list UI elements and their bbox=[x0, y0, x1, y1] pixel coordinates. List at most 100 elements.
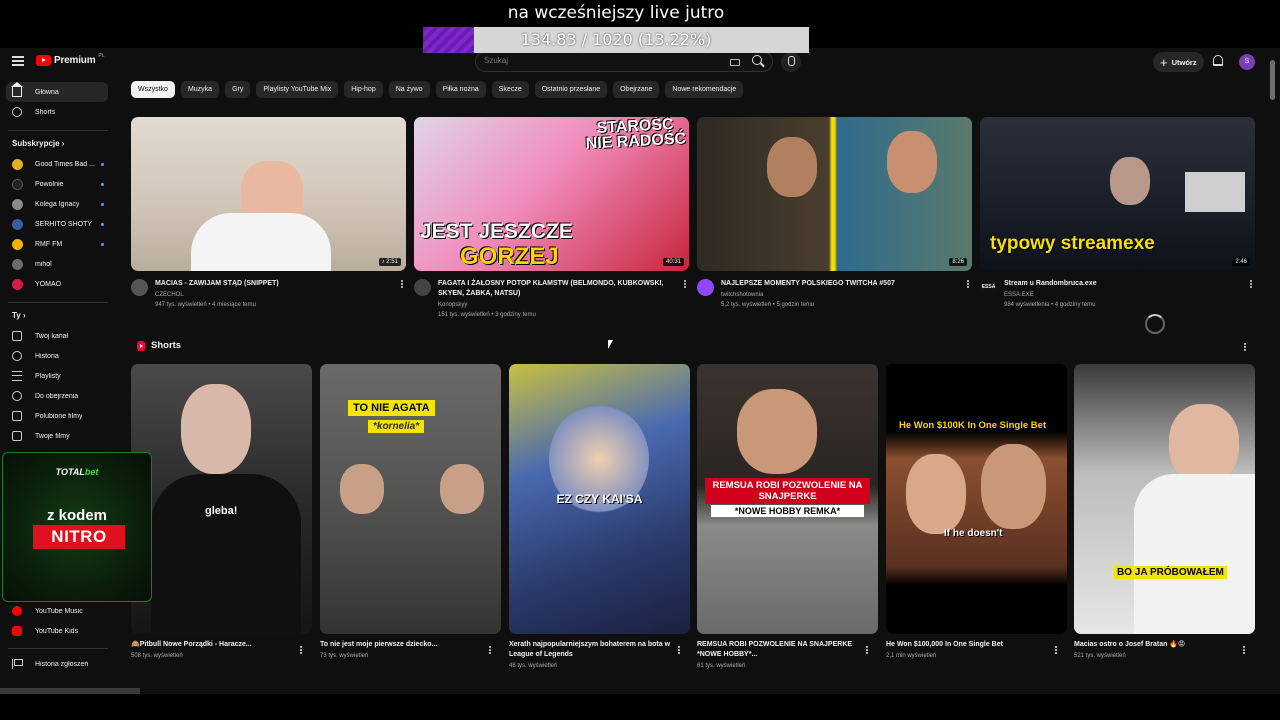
user-avatar[interactable]: S bbox=[1239, 54, 1255, 70]
channel-avatar[interactable] bbox=[131, 279, 148, 296]
channel-name[interactable]: ESSA.EXE bbox=[1004, 292, 1034, 298]
menu-icon[interactable] bbox=[12, 56, 24, 66]
you-heading[interactable]: Ty › bbox=[12, 311, 26, 320]
mouse-cursor-icon bbox=[608, 340, 613, 349]
chip-football[interactable]: Piłka nożna bbox=[435, 81, 486, 98]
more-actions-icon[interactable] bbox=[678, 646, 680, 648]
chip-live[interactable]: Na żywo bbox=[388, 81, 430, 98]
short-card[interactable]: EZ CZY KAI'SA Xerath najpopularniejszym … bbox=[509, 364, 690, 669]
short-card[interactable]: REMSUA ROBI POZWOLENIE NA SNAJPERKE *NOW… bbox=[697, 364, 878, 669]
video-thumbnail[interactable]: STAROŚĆ NIE RADOŚĆ JEST JESZCZE GORZEJ 4… bbox=[414, 117, 689, 271]
chip-music[interactable]: Muzyka bbox=[180, 81, 220, 98]
short-card[interactable]: TO NIE AGATA *kornelia* To nie jest moje… bbox=[320, 364, 501, 659]
more-actions-icon[interactable] bbox=[684, 280, 686, 282]
more-actions-icon[interactable] bbox=[866, 646, 868, 648]
video-meta: FAGATA I ŻAŁOSNY POTOP KŁAMSTW (BELMONDO… bbox=[414, 271, 689, 321]
subscriptions-heading[interactable]: Subskrypcje › bbox=[12, 139, 64, 148]
channel-avatar[interactable] bbox=[697, 279, 714, 296]
video-card[interactable]: ♪ 2:51 MACIAS - ZAWIJAM STĄD (SNIPPET) C… bbox=[131, 117, 406, 321]
sidebar-subscription[interactable]: Good Times Bad ... bbox=[6, 154, 108, 174]
sidebar-subscription[interactable]: RMF FM bbox=[6, 234, 108, 254]
sidebar-item-label: Twój kanał bbox=[35, 332, 69, 340]
more-actions-icon[interactable] bbox=[1250, 280, 1252, 282]
sidebar-item-watch-later[interactable]: Do obejrzenia bbox=[6, 386, 108, 406]
search-input[interactable] bbox=[484, 56, 714, 65]
video-title[interactable]: MACIAS - ZAWIJAM STĄD (SNIPPET) bbox=[155, 279, 395, 289]
thumbnail-caption-a: JEST JESZCZE bbox=[420, 220, 573, 243]
more-actions-icon[interactable] bbox=[967, 280, 969, 282]
short-title[interactable]: 🙈Pitbull Nowe Porządki - Haracze... bbox=[131, 640, 297, 650]
search-icon[interactable] bbox=[752, 55, 762, 65]
short-thumbnail[interactable]: gleba! bbox=[131, 364, 312, 634]
sidebar-item-home[interactable]: Główna bbox=[6, 82, 108, 102]
channel-name[interactable]: CZECHOL bbox=[155, 292, 184, 298]
more-actions-icon[interactable] bbox=[1055, 646, 1057, 648]
microphone-icon[interactable] bbox=[781, 52, 801, 72]
chip-new-recommendations[interactable]: Nowe rekomendacje bbox=[665, 81, 744, 98]
sidebar-item-playlists[interactable]: Playlisty bbox=[6, 366, 108, 386]
sidebar-item-history[interactable]: Historia bbox=[6, 346, 108, 366]
channel-avatar[interactable] bbox=[414, 279, 431, 296]
chip-all[interactable]: Wszystko bbox=[131, 81, 175, 98]
video-card[interactable]: typowy streamexe 2:46 ESSA Stream u Rand… bbox=[980, 117, 1255, 321]
sidebar-item-shorts[interactable]: Shorts bbox=[6, 102, 108, 122]
more-actions-icon[interactable] bbox=[401, 280, 403, 282]
chip-hiphop[interactable]: Hip-hop bbox=[344, 81, 383, 98]
video-duration: 8:26 bbox=[949, 258, 967, 266]
chip-mix-playlists[interactable]: Playlisty YouTube Mix bbox=[256, 81, 339, 98]
chip-watched[interactable]: Obejrzane bbox=[613, 81, 660, 98]
video-title[interactable]: NAJLEPSZE MOMENTY POLSKIEGO TWITCHA #507 bbox=[721, 279, 961, 289]
video-thumbnail[interactable]: typowy streamexe 2:46 bbox=[980, 117, 1255, 271]
short-thumbnail[interactable]: BO JA PRÓBOWAŁEM bbox=[1074, 364, 1255, 634]
search-box[interactable] bbox=[475, 51, 773, 72]
thumbnail-person bbox=[340, 464, 384, 514]
notifications-bell-icon[interactable] bbox=[1213, 55, 1223, 66]
chip-recently-uploaded[interactable]: Ostatnio przesłane bbox=[534, 81, 608, 98]
chip-games[interactable]: Gry bbox=[225, 81, 251, 98]
short-title[interactable]: He Won $100,000 In One Single Bet bbox=[886, 640, 1052, 650]
channel-name[interactable]: twitchshotownia bbox=[721, 292, 763, 298]
short-title[interactable]: Xerath najpopularniejszym bohaterem na b… bbox=[509, 640, 675, 660]
sidebar-subscription[interactable]: Powolnie bbox=[6, 174, 108, 194]
keyboard-icon[interactable] bbox=[730, 59, 740, 66]
video-card[interactable]: 8:26 NAJLEPSZE MOMENTY POLSKIEGO TWITCHA… bbox=[697, 117, 972, 321]
sidebar-subscription[interactable]: YOMAO bbox=[6, 274, 108, 294]
more-actions-icon[interactable] bbox=[489, 646, 491, 648]
short-card[interactable]: He Won $100K In One Single Bet If he doe… bbox=[886, 364, 1067, 659]
video-thumbnail[interactable]: 8:26 bbox=[697, 117, 972, 271]
short-card[interactable]: BO JA PRÓBOWAŁEM Macias ostro o Josef Br… bbox=[1074, 364, 1255, 659]
sidebar-subscription[interactable]: Kolega Ignacy bbox=[6, 194, 108, 214]
create-button[interactable]: + Utwórz bbox=[1153, 52, 1204, 72]
sidebar-subscription[interactable]: SERHITO SHOTY bbox=[6, 214, 108, 234]
more-actions-icon[interactable] bbox=[300, 646, 302, 648]
short-thumbnail[interactable]: REMSUA ROBI POZWOLENIE NA SNAJPERKE *NOW… bbox=[697, 364, 878, 634]
sidebar-item-your-channel[interactable]: Twój kanał bbox=[6, 326, 108, 346]
video-title[interactable]: Stream u Randombruca.exe bbox=[1004, 279, 1244, 289]
video-thumbnail[interactable]: ♪ 2:51 bbox=[131, 117, 406, 271]
short-thumbnail[interactable]: He Won $100K In One Single Bet If he doe… bbox=[886, 364, 1067, 634]
video-card[interactable]: STAROŚĆ NIE RADOŚĆ JEST JESZCZE GORZEJ 4… bbox=[414, 117, 689, 321]
page-scrollbar[interactable] bbox=[1270, 60, 1275, 100]
youtube-premium-logo[interactable]: Premium PL bbox=[36, 53, 105, 66]
video-stats: 5,2 tys. wyświetleń • 5 godzin temu bbox=[721, 302, 815, 308]
more-actions-icon[interactable] bbox=[1243, 646, 1245, 648]
channel-name[interactable]: Konopskyy bbox=[438, 302, 467, 308]
chip-sketches[interactable]: Skecze bbox=[491, 81, 529, 98]
short-card[interactable]: gleba! 🙈Pitbull Nowe Porządki - Haracze.… bbox=[131, 364, 312, 659]
short-thumbnail[interactable]: EZ CZY KAI'SA bbox=[509, 364, 690, 634]
sidebar-item-youtube-kids[interactable]: YouTube Kids bbox=[6, 621, 108, 641]
short-title[interactable]: Macias ostro o Josef Bratan 🔥😡 bbox=[1074, 640, 1240, 650]
video-title[interactable]: FAGATA I ŻAŁOSNY POTOP KŁAMSTW (BELMONDO… bbox=[438, 279, 678, 299]
sidebar-subscription[interactable]: mihol bbox=[6, 254, 108, 274]
channel-avatar[interactable]: ESSA bbox=[980, 279, 997, 296]
short-title[interactable]: To nie jest moje pierwsze dziecko... bbox=[320, 640, 486, 650]
sidebar-item-youtube-music[interactable]: YouTube Music bbox=[6, 601, 108, 621]
short-title[interactable]: REMSUA ROBI POZWOLENIE NA SNAJPERKE *NOW… bbox=[697, 640, 863, 660]
sidebar-item-your-videos[interactable]: Twoje filmy bbox=[6, 426, 108, 446]
short-thumbnail[interactable]: TO NIE AGATA *kornelia* bbox=[320, 364, 501, 634]
thumbnail-person bbox=[440, 464, 484, 514]
sidebar-item-liked[interactable]: Polubione filmy bbox=[6, 406, 108, 426]
sidebar-item-report-history[interactable]: Historia zgłoszeń bbox=[6, 654, 108, 674]
shorts-more-icon[interactable] bbox=[1244, 343, 1246, 345]
status-strip bbox=[0, 688, 140, 694]
